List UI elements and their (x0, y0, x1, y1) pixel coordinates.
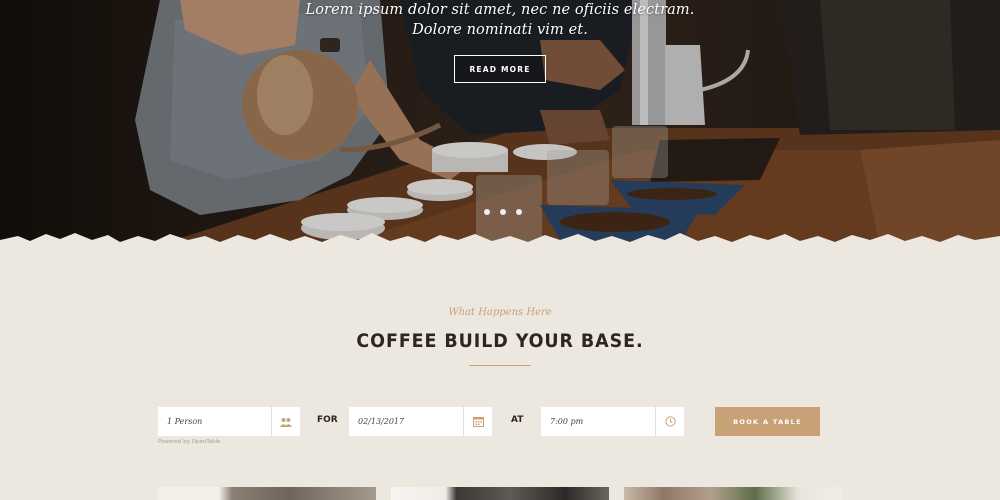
section-kicker: What Happens Here (448, 307, 552, 318)
slider-pagination (484, 209, 522, 215)
at-label: AT (511, 415, 524, 425)
hero-text-line-1: Lorem ipsum dolor sit amet, nec ne ofici… (305, 2, 695, 18)
section-title: COFFEE BUILD YOUR BASE. (356, 330, 644, 352)
slider-dot-3[interactable] (516, 209, 522, 215)
slider-dot-2[interactable] (500, 209, 506, 215)
party-size-value: 1 Person (167, 417, 203, 426)
date-value: 02/13/2017 (358, 417, 405, 426)
time-value: 7:00 pm (550, 417, 584, 426)
date-input[interactable]: 02/13/2017 (349, 407, 492, 436)
powered-by-opentable: Powered by OpenTable (158, 439, 221, 445)
feature-card-image-1[interactable] (158, 487, 376, 500)
people-icon (271, 407, 300, 436)
hero-slider: Lorem ipsum dolor sit amet, nec ne ofici… (0, 0, 1000, 248)
party-size-select[interactable]: 1 Person (158, 407, 300, 436)
feature-card-image-2[interactable] (391, 487, 609, 500)
calendar-icon (463, 407, 492, 436)
for-label: FOR (317, 415, 338, 425)
hero-text-line-2: Dolore nominati vim et. (412, 22, 588, 38)
slider-dot-1[interactable] (484, 209, 490, 215)
hero-caption: Lorem ipsum dolor sit amet, nec ne ofici… (0, 0, 1000, 40)
feature-card-image-3[interactable] (624, 487, 842, 500)
title-divider (469, 365, 531, 366)
read-more-button[interactable]: READ MORE (454, 55, 546, 83)
time-select[interactable]: 7:00 pm (541, 407, 684, 436)
clock-icon (655, 407, 684, 436)
book-a-table-button[interactable]: BOOK A TABLE (715, 407, 820, 436)
